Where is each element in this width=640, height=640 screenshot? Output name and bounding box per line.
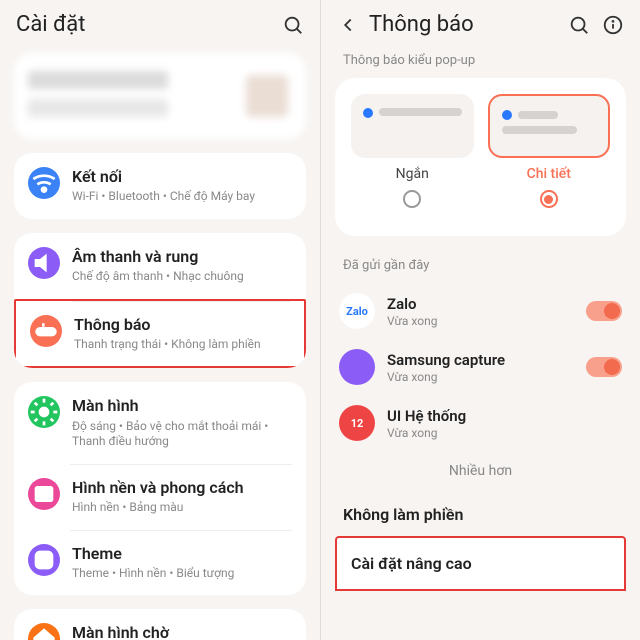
more-apps-button[interactable]: Nhiều hơn xyxy=(321,451,640,495)
notifications-header: Thông báo xyxy=(321,0,640,45)
app-icon: Zalo xyxy=(339,293,375,329)
back-icon[interactable] xyxy=(337,14,359,36)
settings-header: Cài đặt xyxy=(0,0,320,45)
row-subtitle: Hình nền • Bảng màu xyxy=(72,500,292,516)
app-title: Samsung capture xyxy=(387,351,586,369)
app-title: UI Hệ thống xyxy=(387,407,622,425)
recent-sent-label: Đã gửi gần đây xyxy=(321,250,640,283)
settings-pane: Cài đặt Kết nối Wi-Fi • Bluetooth • Chế đ… xyxy=(0,0,320,640)
toggle-switch[interactable] xyxy=(586,301,622,321)
app-row-systemui[interactable]: 12 UI Hệ thốngVừa xong xyxy=(321,395,640,451)
search-icon[interactable] xyxy=(568,14,590,36)
popup-option-label: Ngắn xyxy=(351,166,474,182)
row-title: Thông báo xyxy=(74,315,290,334)
popup-option-label: Chi tiết xyxy=(488,166,611,182)
settings-group: Màn hình chờBố cục • Huy hiệu biểu tượng… xyxy=(14,609,306,640)
app-title: Zalo xyxy=(387,295,586,313)
dnd-section-title[interactable]: Không làm phiền xyxy=(321,495,640,536)
app-subtitle: Vừa xong xyxy=(387,426,622,440)
settings-row-wallpaper[interactable]: Hình nền và phong cách Hình nền • Bảng mà… xyxy=(14,464,306,530)
row-subtitle: Wi-Fi • Bluetooth • Chế độ Máy bay xyxy=(72,189,292,205)
radio-icon[interactable] xyxy=(540,190,558,208)
row-subtitle: Thanh trạng thái • Không làm phiền xyxy=(74,337,290,353)
app-row-zalo[interactable]: ZaloZaloVừa xong xyxy=(321,283,640,339)
settings-row-theme[interactable]: Theme Theme • Hình nền • Biểu tượng xyxy=(14,530,306,596)
bell-icon xyxy=(30,315,62,347)
row-title: Kết nối xyxy=(72,167,292,186)
notifications-pane: Thông báo Thông báo kiểu pop-up Ngắn Chi … xyxy=(320,0,640,640)
search-icon[interactable] xyxy=(282,14,304,36)
home-icon xyxy=(28,623,60,640)
app-subtitle: Vừa xong xyxy=(387,370,586,384)
account-card-blurred[interactable] xyxy=(14,53,306,139)
settings-group: Kết nối Wi-Fi • Bluetooth • Chế độ Máy ba… xyxy=(14,153,306,219)
wifi-icon xyxy=(28,167,60,199)
radio-icon[interactable] xyxy=(403,190,421,208)
settings-row-display[interactable]: Màn hình Độ sáng • Bảo vệ cho mắt thoải m… xyxy=(14,382,306,463)
row-title: Âm thanh và rung xyxy=(72,247,292,266)
app-row-samsungcapture[interactable]: Samsung captureVừa xong xyxy=(321,339,640,395)
popup-style-card: Ngắn Chi tiết xyxy=(335,78,626,236)
settings-row-notifications[interactable]: Thông báo Thanh trạng thái • Không làm ph… xyxy=(14,299,306,369)
row-subtitle: Độ sáng • Bảo vệ cho mắt thoải mái • Tha… xyxy=(72,419,292,450)
image-icon xyxy=(28,478,60,510)
row-title: Hình nền và phong cách xyxy=(72,478,292,497)
palette-icon xyxy=(28,544,60,576)
row-subtitle: Chế độ âm thanh • Nhạc chuông xyxy=(72,269,292,285)
row-title: Theme xyxy=(72,544,292,563)
settings-row-homescreen[interactable]: Màn hình chờBố cục • Huy hiệu biểu tượng… xyxy=(14,609,306,640)
popup-style-label: Thông báo kiểu pop-up xyxy=(321,45,640,78)
settings-group: Âm thanh và rung Chế độ âm thanh • Nhạc c… xyxy=(14,233,306,369)
info-icon[interactable] xyxy=(602,14,624,36)
toggle-switch[interactable] xyxy=(586,357,622,377)
row-title: Màn hình xyxy=(72,396,292,415)
app-icon: 12 xyxy=(339,405,375,441)
app-subtitle: Vừa xong xyxy=(387,314,586,328)
settings-title: Cài đặt xyxy=(16,12,270,37)
speaker-icon xyxy=(28,247,60,279)
settings-group: Màn hình Độ sáng • Bảo vệ cho mắt thoải m… xyxy=(14,382,306,595)
advanced-settings-row[interactable]: Cài đặt nâng cao xyxy=(335,536,626,591)
popup-option-detailed[interactable]: Chi tiết xyxy=(488,94,611,208)
app-icon xyxy=(339,349,375,385)
row-subtitle: Theme • Hình nền • Biểu tượng xyxy=(72,566,292,582)
settings-row-connections[interactable]: Kết nối Wi-Fi • Bluetooth • Chế độ Máy ba… xyxy=(14,153,306,219)
row-title: Màn hình chờ xyxy=(72,623,292,640)
notifications-title: Thông báo xyxy=(369,12,556,37)
settings-row-sound[interactable]: Âm thanh và rung Chế độ âm thanh • Nhạc c… xyxy=(14,233,306,299)
sun-icon xyxy=(28,396,60,428)
popup-option-brief[interactable]: Ngắn xyxy=(351,94,474,208)
